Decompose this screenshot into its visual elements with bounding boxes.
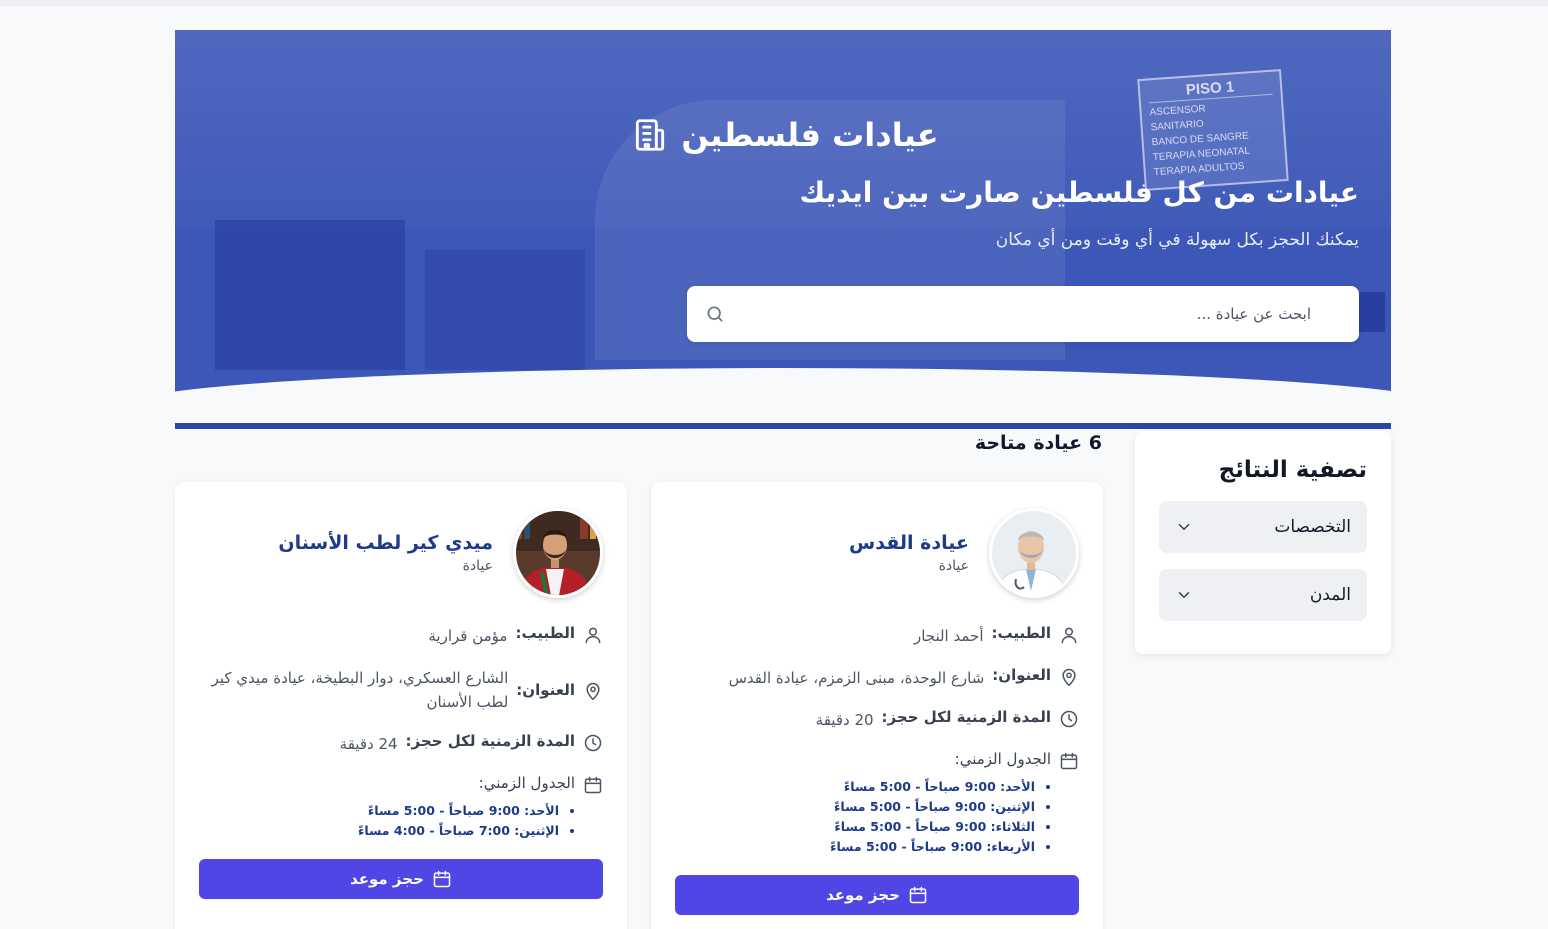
address-row: العنوان: شارع الوحدة، مبنى الزمزم، عيادة… bbox=[675, 666, 1079, 690]
duration-label: المدة الزمنية لكل حجز: bbox=[405, 732, 575, 750]
schedule-item: الإثنين: 9:00 صباحاً - 5:00 مساءً bbox=[675, 797, 1035, 817]
hospital-floor-sign: PISO 1 ASCENSOR SANITARIO BANCO DE SANGR… bbox=[1137, 69, 1289, 191]
clinic-name[interactable]: ميدي كير لطب الأسنان bbox=[278, 532, 493, 554]
hero-background-detail bbox=[1355, 292, 1385, 332]
schedule-list: الأحد: 9:00 صباحاً - 5:00 مساءً الإثنين:… bbox=[199, 801, 603, 841]
schedule-item: الثلاثاء: 9:00 صباحاً - 5:00 مساءً bbox=[675, 817, 1035, 837]
schedule-header: الجدول الزمني: bbox=[675, 750, 1079, 771]
dropdown-label: التخصصات bbox=[1274, 517, 1351, 537]
calendar-icon bbox=[908, 885, 928, 905]
hero-background-window bbox=[215, 220, 405, 370]
book-appointment-button[interactable]: حجز موعد bbox=[199, 859, 603, 899]
duration-value: 24 دقيقة bbox=[339, 735, 398, 753]
chevron-down-icon bbox=[1175, 518, 1193, 536]
clinic-name[interactable]: عيادة القدس bbox=[849, 532, 969, 554]
search-input[interactable] bbox=[725, 305, 1311, 323]
duration-row: المدة الزمنية لكل حجز: 20 دقيقة bbox=[675, 708, 1079, 732]
hospital-building-icon bbox=[631, 116, 669, 154]
hero-description: يمكنك الحجز بكل سهولة في أي وقت ومن أي م… bbox=[995, 230, 1359, 250]
address-label: العنوان: bbox=[516, 681, 575, 699]
book-button-label: حجز موعد bbox=[350, 870, 424, 888]
clinic-card-header: ميدي كير لطب الأسنان عيادة bbox=[199, 508, 603, 598]
hero-background-window bbox=[425, 250, 585, 370]
search-icon[interactable] bbox=[705, 304, 725, 324]
doctor-label: الطبيب: bbox=[515, 624, 575, 642]
book-button-label: حجز موعد bbox=[826, 886, 900, 904]
clinic-card: عيادة القدس عيادة الطبيب: أحمد النجار ال… bbox=[651, 482, 1103, 929]
top-strip bbox=[0, 0, 1548, 6]
schedule-item: الإثنين: 7:00 صباحاً - 4:00 مساءً bbox=[199, 821, 559, 841]
clock-icon bbox=[1059, 709, 1079, 729]
address-row: العنوان: الشارع العسكري، دوار البطيخة، ع… bbox=[199, 666, 603, 714]
schedule-section: الجدول الزمني: الأحد: 9:00 صباحاً - 5:00… bbox=[199, 774, 603, 841]
clinic-card-header: عيادة القدس عيادة bbox=[675, 508, 1079, 598]
doctor-row: الطبيب: مؤمن قرارية bbox=[199, 624, 603, 648]
hero-subtitle: عيادات من كل فلسطين صارت بين ايديك bbox=[799, 176, 1359, 209]
schedule-item: الأحد: 9:00 صباحاً - 5:00 مساءً bbox=[675, 777, 1035, 797]
schedule-list: الأحد: 9:00 صباحاً - 5:00 مساءً الإثنين:… bbox=[675, 777, 1079, 857]
map-pin-icon bbox=[1059, 667, 1079, 687]
schedule-label: الجدول الزمني: bbox=[478, 774, 575, 792]
results-count: 6 عيادة متاحة bbox=[974, 432, 1102, 454]
clock-icon bbox=[583, 733, 603, 753]
doctor-avatar bbox=[989, 508, 1079, 598]
doctor-row: الطبيب: أحمد النجار bbox=[675, 624, 1079, 648]
filter-panel: تصفية النتائج التخصصات المدن bbox=[1135, 431, 1391, 654]
address-value: الشارع العسكري، دوار البطيخة، عيادة ميدي… bbox=[211, 669, 509, 711]
clinic-type: عيادة bbox=[938, 558, 969, 574]
doctor-name: أحمد النجار bbox=[913, 627, 984, 645]
schedule-item: الأربعاء: 9:00 صباحاً - 5:00 مساءً bbox=[675, 837, 1035, 857]
duration-row: المدة الزمنية لكل حجز: 24 دقيقة bbox=[199, 732, 603, 756]
chevron-down-icon bbox=[1175, 586, 1193, 604]
dropdown-label: المدن bbox=[1309, 585, 1351, 605]
schedule-label: الجدول الزمني: bbox=[954, 750, 1051, 768]
doctor-name: مؤمن قرارية bbox=[428, 627, 508, 645]
clinic-type: عيادة bbox=[462, 558, 493, 574]
user-icon bbox=[583, 625, 603, 645]
address-label: العنوان: bbox=[992, 666, 1051, 684]
user-icon bbox=[1059, 625, 1079, 645]
site-title: عيادات فلسطين bbox=[605, 116, 965, 154]
schedule-header: الجدول الزمني: bbox=[199, 774, 603, 795]
schedule-item: الأحد: 9:00 صباحاً - 5:00 مساءً bbox=[199, 801, 559, 821]
calendar-icon bbox=[432, 869, 452, 889]
specialties-dropdown[interactable]: التخصصات bbox=[1159, 501, 1367, 553]
search-bar bbox=[687, 286, 1359, 342]
schedule-section: الجدول الزمني: الأحد: 9:00 صباحاً - 5:00… bbox=[675, 750, 1079, 857]
filter-title: تصفية النتائج bbox=[1218, 457, 1367, 483]
address-value: شارع الوحدة، مبنى الزمزم، عيادة القدس bbox=[728, 669, 985, 687]
content-accent-bar bbox=[175, 423, 1391, 429]
hero-bottom-curve bbox=[175, 368, 1391, 398]
clinic-card: ميدي كير لطب الأسنان عيادة الطبيب: مؤمن … bbox=[175, 482, 627, 929]
map-pin-icon bbox=[583, 681, 603, 701]
calendar-icon bbox=[1059, 751, 1079, 771]
doctor-label: الطبيب: bbox=[991, 624, 1051, 642]
doctor-avatar bbox=[513, 508, 603, 598]
hero-banner: PISO 1 ASCENSOR SANITARIO BANCO DE SANGR… bbox=[175, 30, 1391, 398]
duration-label: المدة الزمنية لكل حجز: bbox=[881, 708, 1051, 726]
calendar-icon bbox=[583, 775, 603, 795]
cities-dropdown[interactable]: المدن bbox=[1159, 569, 1367, 621]
duration-value: 20 دقيقة bbox=[815, 711, 874, 729]
book-appointment-button[interactable]: حجز موعد bbox=[675, 875, 1079, 915]
site-title-text: عيادات فلسطين bbox=[681, 116, 939, 154]
